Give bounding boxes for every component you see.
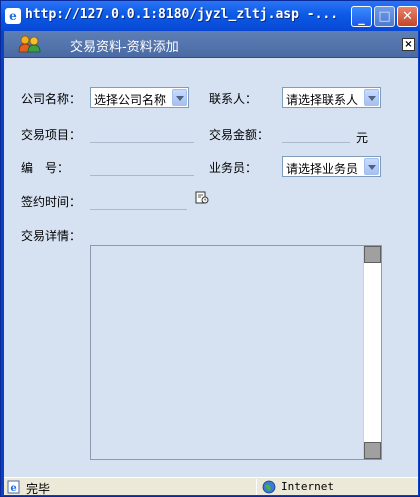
minimize-button[interactable]: _ (351, 6, 372, 27)
form-body: 公司名称： 选择公司名称 联系人： 请选择联系人 交易项目： 交易金额： 元 编… (4, 58, 418, 477)
scroll-down-button[interactable] (364, 442, 381, 459)
ie-icon: e (5, 8, 21, 24)
salesman-select-value: 请选择业务员 (286, 162, 359, 176)
amount-label: 交易金额： (209, 128, 270, 142)
code-label: 编 号： (21, 161, 70, 175)
svg-text:e: e (10, 483, 16, 494)
close-icon: ✕ (402, 9, 413, 24)
amount-input[interactable] (282, 122, 350, 143)
chevron-down-icon[interactable] (364, 158, 379, 175)
sign-time-label: 签约时间： (21, 195, 82, 209)
calendar-picker-icon[interactable] (195, 191, 209, 205)
contact-label: 联系人： (209, 92, 258, 106)
window-title: http://127.0.0.1:8180/jyzl_zltj.asp -... (25, 7, 339, 22)
item-input[interactable] (90, 122, 194, 143)
maximize-icon: □ (378, 9, 391, 24)
status-bar: e 完毕 Internet (4, 477, 418, 496)
dialog-title: 交易资料-资料添加 (70, 40, 179, 55)
maximize-button[interactable]: □ (374, 6, 395, 27)
page-done-icon: e (7, 480, 20, 494)
amount-unit: 元 (356, 131, 369, 145)
chevron-down-icon[interactable] (172, 89, 187, 106)
company-select-value: 选择公司名称 (94, 93, 167, 107)
scroll-up-button[interactable] (364, 246, 381, 263)
item-label: 交易项目： (21, 128, 82, 142)
company-label: 公司名称： (21, 92, 82, 106)
globe-icon (262, 480, 276, 494)
chevron-down-icon[interactable] (364, 89, 379, 106)
close-button[interactable]: ✕ (397, 6, 418, 27)
security-zone-text: Internet (281, 480, 334, 493)
window-titlebar[interactable]: e http://127.0.0.1:8180/jyzl_zltj.asp -.… (1, 1, 420, 31)
salesman-select[interactable]: 请选择业务员 (282, 156, 381, 177)
status-divider (256, 479, 257, 495)
users-icon (18, 35, 41, 53)
contact-select-value: 请选择联系人 (286, 93, 359, 107)
detail-textarea[interactable] (90, 245, 382, 460)
contact-select[interactable]: 请选择联系人 (282, 87, 381, 108)
salesman-label: 业务员： (209, 161, 258, 175)
dialog-close-button[interactable]: × (402, 38, 415, 51)
status-text: 完毕 (26, 482, 51, 496)
company-select[interactable]: 选择公司名称 (90, 87, 189, 108)
dialog-header: 交易资料-资料添加 × (4, 31, 418, 58)
code-input[interactable] (90, 155, 194, 176)
vertical-scrollbar[interactable] (363, 246, 381, 459)
browser-window: e http://127.0.0.1:8180/jyzl_zltj.asp -.… (0, 0, 420, 497)
minimize-icon: _ (358, 11, 365, 26)
detail-label: 交易详情： (21, 229, 82, 243)
sign-time-input[interactable] (90, 189, 187, 210)
